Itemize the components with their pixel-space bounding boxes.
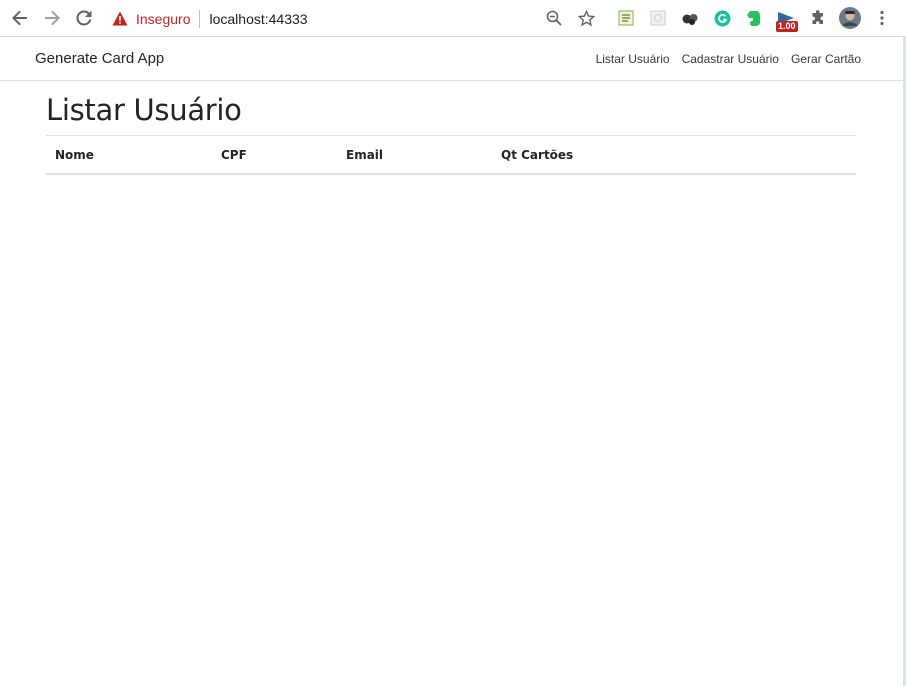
column-header-email: Email xyxy=(337,135,492,175)
column-header-qt-cartoes: Qt Cartões xyxy=(492,135,856,175)
column-header-cpf: CPF xyxy=(212,135,337,175)
app-navbar: Generate Card App Listar Usuário Cadastr… xyxy=(0,38,903,81)
back-arrow-icon[interactable] xyxy=(9,7,31,29)
browser-toolbar: Inseguro localhost:44333 1.00 xyxy=(0,0,906,37)
more-vert-icon[interactable] xyxy=(873,9,891,27)
column-header-nome: Nome xyxy=(46,135,212,175)
nav-link-listar-usuario[interactable]: Listar Usuário xyxy=(596,52,670,66)
warning-icon[interactable] xyxy=(112,10,130,28)
brand-link[interactable]: Generate Card App xyxy=(35,50,164,67)
users-table: Nome CPF Email Qt Cartões xyxy=(46,135,856,175)
url-text[interactable]: localhost:44333 xyxy=(209,11,307,27)
forward-arrow-icon[interactable] xyxy=(41,7,63,29)
page-title: Listar Usuário xyxy=(46,93,242,127)
reload-icon[interactable] xyxy=(73,7,95,29)
sheets-extension-icon[interactable] xyxy=(617,9,635,27)
nav-link-cadastrar-usuario[interactable]: Cadastrar Usuário xyxy=(682,52,779,66)
puzzle-icon[interactable] xyxy=(809,9,827,27)
grammarly-icon[interactable] xyxy=(713,9,731,27)
table-header-row: Nome CPF Email Qt Cartões xyxy=(46,135,856,175)
avatar[interactable] xyxy=(839,7,861,29)
nav-link-gerar-cartao[interactable]: Gerar Cartão xyxy=(791,52,861,66)
omnibox-divider xyxy=(199,9,201,28)
star-icon[interactable] xyxy=(577,9,595,27)
security-status[interactable]: Inseguro xyxy=(136,11,190,27)
omnibox[interactable]: Inseguro localhost:44333 xyxy=(112,5,612,32)
evernote-icon[interactable] xyxy=(745,9,763,27)
zoom-out-icon[interactable] xyxy=(545,9,563,27)
nav-links: Listar Usuário Cadastrar Usuário Gerar C… xyxy=(596,52,861,66)
extension-badge: 1.00 xyxy=(776,21,798,32)
bubbles-extension-icon[interactable] xyxy=(681,9,699,27)
grid-extension-icon[interactable] xyxy=(649,9,667,27)
